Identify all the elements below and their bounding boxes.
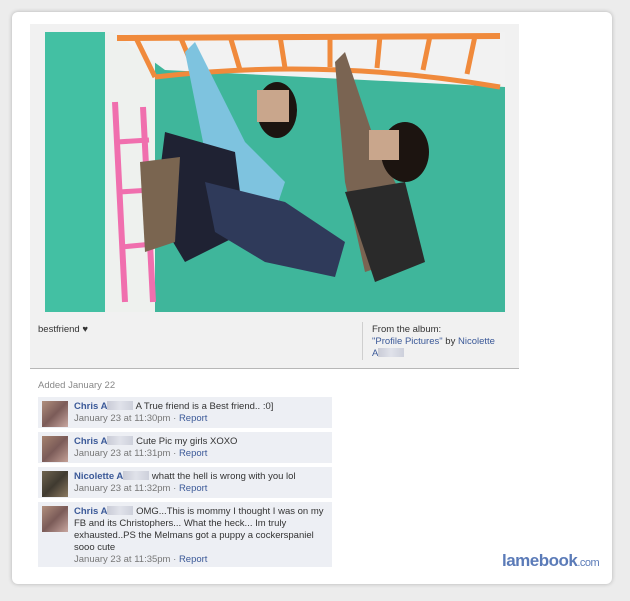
photo-caption: bestfriend ♥ (38, 324, 89, 335)
added-date: Added January 22 (38, 380, 116, 391)
album-owner-link[interactable]: Nicolette (458, 336, 495, 347)
comment-date: January 23 at 11:35pm (74, 554, 171, 565)
report-link[interactable]: Report (179, 554, 208, 565)
report-link[interactable]: Report (179, 483, 208, 494)
photo-illustration (45, 32, 505, 312)
censor-bar (123, 471, 150, 480)
comment-text: A True friend is a Best friend.. :0] (135, 401, 274, 412)
censor-bar (378, 348, 405, 357)
censor-bar (107, 506, 134, 515)
album-by: by (445, 336, 456, 347)
brand-suffix: .com (577, 557, 600, 569)
avatar[interactable] (42, 436, 68, 462)
album-link[interactable]: "Profile Pictures" (372, 336, 443, 347)
avatar[interactable] (42, 506, 68, 532)
comment-date: January 23 at 11:31pm (74, 448, 171, 459)
avatar[interactable] (42, 471, 68, 497)
comment-date: January 23 at 11:30pm (74, 413, 171, 424)
comment-author[interactable]: Chris A (74, 506, 107, 517)
photo-panel (30, 24, 519, 369)
censor-bar (107, 401, 134, 410)
comment-author[interactable]: Chris A (74, 436, 107, 447)
report-link[interactable]: Report (179, 413, 208, 424)
avatar[interactable] (42, 401, 68, 427)
comment-item: Chris A A True friend is a Best friend..… (38, 397, 332, 428)
report-link[interactable]: Report (179, 448, 208, 459)
comment-author[interactable]: Nicolette A (74, 471, 123, 482)
brand-logo: lamebook.com (502, 551, 600, 571)
comment-date: January 23 at 11:32pm (74, 483, 171, 494)
comment-item: Nicolette A whatt the hell is wrong with… (38, 467, 332, 498)
album-prefix: From the album: (372, 324, 442, 335)
comment-item: Chris A OMG...This is mommy I thought I … (38, 502, 332, 567)
comment-text: whatt the hell is wrong with you lol (151, 471, 296, 482)
comment-author[interactable]: Chris A (74, 401, 107, 412)
brand-name: lamebook (502, 551, 578, 570)
album-info: From the album: "Profile Pictures" by Ni… (372, 324, 514, 360)
profile-photo[interactable] (45, 32, 505, 312)
comment-item: Chris A Cute Pic my girls XOXO January 2… (38, 432, 332, 463)
divider (362, 322, 363, 360)
comment-text: Cute Pic my girls XOXO (136, 436, 238, 447)
censor-bar (107, 436, 134, 445)
